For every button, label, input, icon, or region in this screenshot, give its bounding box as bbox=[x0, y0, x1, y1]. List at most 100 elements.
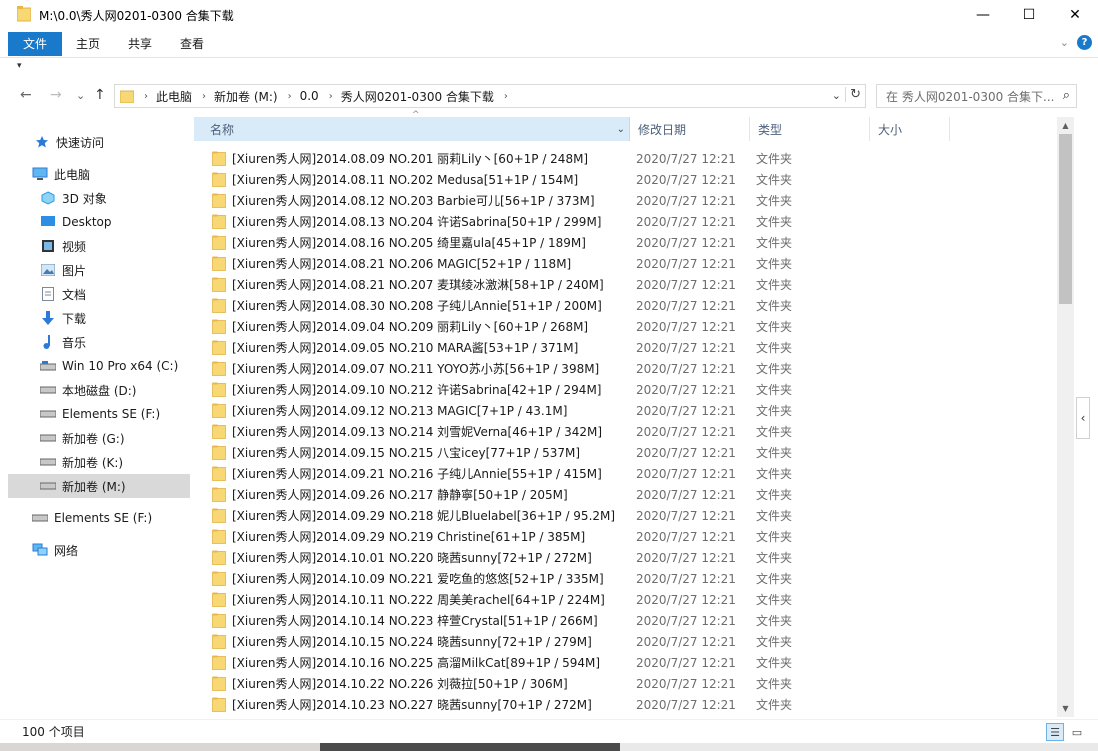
table-row[interactable]: [Xiuren秀人网]2014.10.23 NO.227 晓茜sunny[70+… bbox=[194, 694, 1056, 715]
breadcrumb-this-pc[interactable]: 此电脑 bbox=[156, 88, 192, 105]
sidebar-item-network[interactable]: 网络 bbox=[8, 538, 190, 562]
address-bar[interactable]: › 此电脑 › 新加卷 (M:) › 0.0 › 秀人网0201-0300 合集… bbox=[114, 84, 866, 108]
sidebar-item-drive-k[interactable]: 新加卷 (K:) bbox=[8, 450, 190, 474]
table-row[interactable]: [Xiuren秀人网]2014.09.21 NO.216 子纯儿Annie[55… bbox=[194, 463, 1056, 484]
table-row[interactable]: [Xiuren秀人网]2014.08.12 NO.203 Barbie可儿[56… bbox=[194, 190, 1056, 211]
sidebar-item-documents[interactable]: 文档 bbox=[8, 282, 190, 306]
table-row[interactable]: [Xiuren秀人网]2014.08.21 NO.206 MAGIC[52+1P… bbox=[194, 253, 1056, 274]
table-row[interactable]: [Xiuren秀人网]2014.09.12 NO.213 MAGIC[7+1P … bbox=[194, 400, 1056, 421]
customize-toolbar-icon[interactable]: ▾ bbox=[17, 61, 22, 71]
sidebar-item-drive-f[interactable]: Elements SE (F:) bbox=[8, 402, 190, 426]
search-icon: ⌕ bbox=[1062, 88, 1070, 103]
vertical-scrollbar[interactable]: ▲ ▼ bbox=[1057, 117, 1074, 717]
table-row[interactable]: [Xiuren秀人网]2014.09.04 NO.209 丽莉Lily丶[60+… bbox=[194, 316, 1056, 337]
table-row[interactable]: [Xiuren秀人网]2014.08.11 NO.202 Medusa[51+1… bbox=[194, 169, 1056, 190]
tab-share[interactable]: 共享 bbox=[114, 32, 166, 56]
file-type: 文件夹 bbox=[756, 698, 793, 712]
file-name: [Xiuren秀人网]2014.08.09 NO.201 丽莉Lily丶[60+… bbox=[232, 152, 589, 166]
column-name[interactable]: ^ 名称 ⌄ bbox=[194, 110, 630, 141]
sidebar-item-this-pc[interactable]: 此电脑 bbox=[8, 162, 190, 186]
sidebar-item-videos[interactable]: 视频 bbox=[8, 234, 190, 258]
maximize-button[interactable]: ☐ bbox=[1006, 0, 1052, 30]
computer-icon bbox=[32, 166, 48, 182]
search-input[interactable]: 在 秀人网0201-0300 合集下... ⌕ bbox=[876, 84, 1077, 108]
table-row[interactable]: [Xiuren秀人网]2014.08.21 NO.207 麦琪绫冰激淋[58+1… bbox=[194, 274, 1056, 295]
ribbon-tabs: 文件 主页 共享 查看 ⌄ ? bbox=[0, 30, 1098, 58]
file-name: [Xiuren秀人网]2014.09.29 NO.219 Christine[6… bbox=[232, 530, 586, 544]
table-row[interactable]: [Xiuren秀人网]2014.10.16 NO.225 高溜MilkCat[8… bbox=[194, 652, 1056, 673]
table-row[interactable]: [Xiuren秀人网]2014.09.29 NO.219 Christine[6… bbox=[194, 526, 1056, 547]
sidebar-item-elements-se[interactable]: Elements SE (F:) bbox=[8, 506, 190, 530]
scroll-thumb[interactable] bbox=[1059, 134, 1072, 304]
table-row[interactable]: [Xiuren秀人网]2014.08.16 NO.205 绮里嘉ula[45+1… bbox=[194, 232, 1056, 253]
table-row[interactable]: [Xiuren秀人网]2014.10.09 NO.221 爱吃鱼的悠悠[52+1… bbox=[194, 568, 1056, 589]
sidebar-item-music[interactable]: 音乐 bbox=[8, 330, 190, 354]
table-row[interactable]: [Xiuren秀人网]2014.09.13 NO.214 刘雪妮Verna[46… bbox=[194, 421, 1056, 442]
table-row[interactable]: [Xiuren秀人网]2014.09.29 NO.218 妮儿Bluelabel… bbox=[194, 505, 1056, 526]
file-type: 文件夹 bbox=[756, 677, 793, 691]
table-row[interactable]: [Xiuren秀人网]2014.10.15 NO.224 晓茜sunny[72+… bbox=[194, 631, 1056, 652]
file-date: 2020/7/27 12:21 bbox=[636, 445, 736, 460]
tab-view[interactable]: 查看 bbox=[166, 32, 218, 56]
table-row[interactable]: [Xiuren秀人网]2014.10.11 NO.222 周美美rachel[6… bbox=[194, 589, 1056, 610]
back-button[interactable]: ← bbox=[20, 87, 32, 103]
expand-ribbon-icon[interactable]: ⌄ bbox=[1060, 36, 1069, 49]
table-row[interactable]: [Xiuren秀人网]2014.09.26 NO.217 静静寧[50+1P /… bbox=[194, 484, 1056, 505]
view-switcher: ☰ ▭ bbox=[1046, 723, 1086, 741]
recent-locations-button[interactable]: ⌄ bbox=[76, 89, 85, 102]
sidebar-item-quick-access[interactable]: 快速访问 bbox=[8, 130, 190, 154]
sidebar-item-drive-m[interactable]: 新加卷 (M:) bbox=[8, 474, 190, 498]
column-date[interactable]: 修改日期 bbox=[630, 117, 750, 141]
table-row[interactable]: [Xiuren秀人网]2014.09.05 NO.210 MARA酱[53+1P… bbox=[194, 337, 1056, 358]
large-icons-view-icon[interactable]: ▭ bbox=[1068, 723, 1086, 741]
table-row[interactable]: [Xiuren秀人网]2014.09.10 NO.212 许诺Sabrina[4… bbox=[194, 379, 1056, 400]
table-row[interactable]: [Xiuren秀人网]2014.10.22 NO.226 刘薇拉[50+1P /… bbox=[194, 673, 1056, 694]
file-date: 2020/7/27 12:21 bbox=[636, 403, 736, 418]
forward-button[interactable]: → bbox=[50, 87, 62, 103]
sidebar-item-drive-d[interactable]: 本地磁盘 (D:) bbox=[8, 378, 190, 402]
table-row[interactable]: [Xiuren秀人网]2014.09.15 NO.215 八宝icey[77+1… bbox=[194, 442, 1056, 463]
table-row[interactable]: [Xiuren秀人网]2014.08.30 NO.208 子纯儿Annie[51… bbox=[194, 295, 1056, 316]
file-name: [Xiuren秀人网]2014.10.16 NO.225 高溜MilkCat[8… bbox=[232, 656, 601, 670]
tab-home[interactable]: 主页 bbox=[62, 32, 114, 56]
chevron-right-icon: › bbox=[287, 90, 292, 102]
sidebar-item-drive-c[interactable]: Win 10 Pro x64 (C:) bbox=[8, 354, 190, 378]
column-size[interactable]: 大小 bbox=[870, 117, 950, 141]
table-row[interactable]: [Xiuren秀人网]2014.10.01 NO.220 晓茜sunny[72+… bbox=[194, 547, 1056, 568]
sidebar-item-desktop[interactable]: Desktop bbox=[8, 210, 190, 234]
tab-file[interactable]: 文件 bbox=[8, 31, 63, 56]
video-icon bbox=[40, 238, 56, 254]
sidebar-item-downloads[interactable]: 下载 bbox=[8, 306, 190, 330]
minimize-button[interactable]: — bbox=[960, 0, 1006, 30]
sidebar-item-3d-objects[interactable]: 3D 对象 bbox=[8, 186, 190, 210]
chevron-down-icon[interactable]: ⌄ bbox=[617, 124, 625, 135]
sidebar-item-pictures[interactable]: 图片 bbox=[8, 258, 190, 282]
table-row[interactable]: [Xiuren秀人网]2014.08.09 NO.201 丽莉Lily丶[60+… bbox=[194, 148, 1056, 169]
folder-icon bbox=[212, 193, 226, 211]
folder-icon bbox=[120, 89, 134, 103]
up-button[interactable]: ↑ bbox=[94, 87, 106, 103]
file-date: 2020/7/27 12:21 bbox=[636, 655, 736, 670]
breadcrumb-drive[interactable]: 新加卷 (M:) bbox=[214, 88, 278, 105]
pane-toggle-icon[interactable]: ‹ bbox=[1076, 397, 1090, 439]
table-row[interactable]: [Xiuren秀人网]2014.09.07 NO.211 YOYO苏小苏[56+… bbox=[194, 358, 1056, 379]
refresh-icon[interactable]: ↻ bbox=[845, 87, 861, 102]
sidebar-item-drive-g[interactable]: 新加卷 (G:) bbox=[8, 426, 190, 450]
chevron-down-icon[interactable]: ⌄ bbox=[832, 89, 841, 102]
file-type: 文件夹 bbox=[756, 404, 793, 418]
close-button[interactable]: ✕ bbox=[1052, 0, 1098, 30]
breadcrumb-current[interactable]: 秀人网0201-0300 合集下载 bbox=[341, 88, 494, 105]
details-view-icon[interactable]: ☰ bbox=[1046, 723, 1064, 741]
scroll-down-icon[interactable]: ▼ bbox=[1057, 700, 1074, 717]
column-type[interactable]: 类型 bbox=[750, 117, 870, 141]
breadcrumb-folder[interactable]: 0.0 bbox=[300, 89, 319, 103]
file-type: 文件夹 bbox=[756, 194, 793, 208]
folder-icon bbox=[212, 235, 226, 253]
scroll-up-icon[interactable]: ▲ bbox=[1057, 117, 1074, 134]
help-icon[interactable]: ? bbox=[1077, 35, 1092, 50]
sidebar-item-label: 新加卷 (M:) bbox=[62, 479, 126, 494]
table-row[interactable]: [Xiuren秀人网]2014.10.14 NO.223 梓萱Crystal[5… bbox=[194, 610, 1056, 631]
table-row[interactable]: [Xiuren秀人网]2014.08.13 NO.204 许诺Sabrina[5… bbox=[194, 211, 1056, 232]
sidebar-item-label: 快速访问 bbox=[56, 135, 105, 150]
file-name: [Xiuren秀人网]2014.09.04 NO.209 丽莉Lily丶[60+… bbox=[232, 320, 589, 334]
